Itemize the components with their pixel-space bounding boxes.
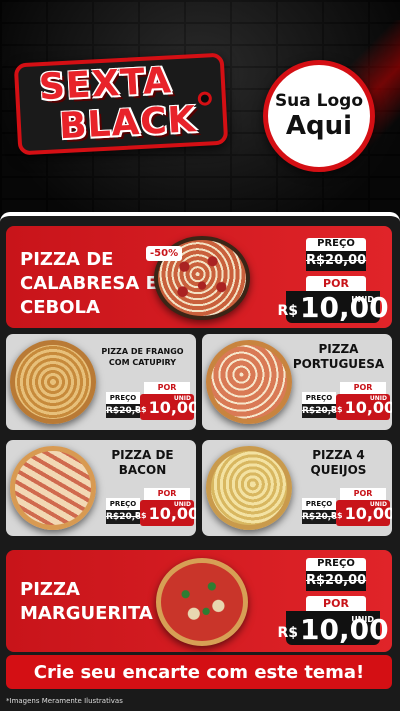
logo-line1: Sua Logo	[274, 91, 364, 111]
unit-label: UNID	[173, 395, 191, 402]
new-price-block: R$ 10,00 UNID	[277, 291, 389, 323]
pizza-frango-image	[10, 340, 96, 424]
por-label: POR	[340, 488, 386, 500]
unit-label: UNID	[351, 295, 374, 304]
item-card-frango: PIZZA DE FRANGO COM CATUPIRY POR PREÇO R…	[6, 334, 196, 430]
currency: R$	[134, 404, 147, 414]
preco-label: PREÇO	[106, 498, 140, 510]
preco-label: PREÇO	[106, 392, 140, 404]
new-price-block: R$ 10,00 UNID	[135, 394, 196, 420]
item-name: PIZZA PORTUGUESA	[292, 342, 385, 371]
por-label: POR	[306, 276, 366, 291]
unit-label: UNID	[173, 501, 191, 508]
old-price: R$20,00	[306, 571, 366, 591]
footnote: *Imagens Meramente Ilustrativas	[6, 697, 123, 705]
tag-hole-icon	[197, 91, 213, 106]
por-label: POR	[340, 382, 386, 394]
sexta-black-tag-logo: SEXTA BLACK	[13, 52, 229, 156]
item-name: PIZZA DE FRANGO COM CATUPIRY	[101, 347, 184, 367]
logo-line2: Aqui	[285, 111, 353, 141]
discount-badge: -50%	[146, 246, 183, 261]
new-price-block: R$ 10,00 UNID	[331, 500, 392, 526]
old-price: R$20,00	[306, 251, 366, 271]
cta-banner[interactable]: Crie seu encarte com este tema!	[6, 655, 392, 689]
preco-label: PREÇO	[306, 238, 366, 251]
tag-line2: BLACK	[58, 99, 198, 148]
featured-name: PIZZA DE CALABRESA E CEBOLA	[20, 249, 158, 318]
currency: R$	[330, 404, 343, 414]
pizza-portuguesa-image	[206, 340, 292, 424]
unit-label: UNID	[351, 615, 374, 624]
new-price-block: R$ 10,00 UNID	[135, 500, 196, 526]
por-label: POR	[144, 382, 190, 394]
item-card-bacon: PIZZA DE BACON POR PREÇO R$20,00 R$ 10,0…	[6, 440, 196, 536]
new-price: 10,00	[299, 613, 389, 646]
currency: R$	[330, 510, 343, 520]
preco-label: PREÇO	[302, 498, 336, 510]
preco-label: PREÇO	[306, 558, 366, 571]
preco-label: PREÇO	[302, 392, 336, 404]
pizza-marguerita-image	[156, 558, 248, 646]
tag-title: SEXTA BLACK	[38, 60, 198, 148]
por-label: POR	[306, 596, 366, 611]
new-price: 10,00	[299, 291, 389, 324]
por-label: POR	[144, 488, 190, 500]
logo-placeholder: Sua Logo Aqui	[263, 60, 375, 172]
pizza-bacon-image	[10, 446, 96, 530]
pizza-4-queijos-image	[206, 446, 292, 530]
currency: R$	[134, 510, 147, 520]
featured-card-calabresa: PIZZA DE CALABRESA E CEBOLA -50% PREÇO R…	[6, 226, 392, 328]
item-card-portuguesa: PIZZA PORTUGUESA POR PREÇO R$20,00 R$ 10…	[202, 334, 392, 430]
menu-panel: PIZZA DE CALABRESA E CEBOLA -50% PREÇO R…	[0, 212, 400, 711]
item-name: PIZZA 4 QUEIJOS	[310, 448, 367, 477]
currency: R$	[277, 303, 298, 319]
featured-name: PIZZA MARGUERITA	[20, 579, 153, 624]
featured-card-marguerita: PIZZA MARGUERITA PREÇO R$20,00 POR R$ 10…	[6, 550, 392, 652]
item-card-4-queijos: PIZZA 4 QUEIJOS POR PREÇO R$20,00 R$ 10,…	[202, 440, 392, 536]
currency: R$	[277, 625, 298, 641]
item-name: PIZZA DE BACON	[111, 448, 174, 477]
unit-label: UNID	[369, 395, 387, 402]
unit-label: UNID	[369, 501, 387, 508]
new-price-block: R$ 10,00 UNID	[331, 394, 392, 420]
new-price-block: R$ 10,00 UNID	[277, 611, 389, 645]
